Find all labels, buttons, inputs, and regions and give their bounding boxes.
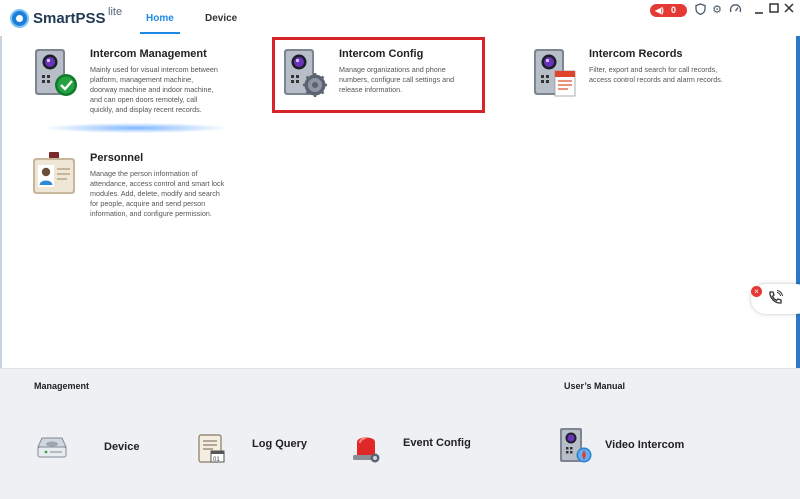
event-config-tool[interactable]: Event Config xyxy=(350,431,480,465)
app-brand-suffix: lite xyxy=(108,6,123,18)
shield-icon[interactable] xyxy=(693,3,707,17)
title-bar: SmartPSS lite Home Device ◀) 0 ⚙ xyxy=(0,0,800,36)
video-intercom-label: Video Intercom xyxy=(605,439,685,451)
module-title: Intercom Management xyxy=(90,48,207,60)
maximize-icon[interactable] xyxy=(767,3,781,17)
hover-glow xyxy=(44,123,228,133)
device-tool[interactable]: Device xyxy=(36,435,146,465)
management-section-title: Management xyxy=(34,381,90,391)
alarm-count: 0 xyxy=(671,5,677,15)
intercom-records-icon xyxy=(534,49,576,97)
module-description: Filter, export and search for call recor… xyxy=(589,65,723,84)
tab-home[interactable]: Home xyxy=(146,13,174,24)
module-personnel[interactable]: Personnel Manage the person information … xyxy=(32,151,252,226)
gauge-icon[interactable] xyxy=(728,3,742,17)
device-icon xyxy=(37,437,67,458)
module-intercom-records[interactable]: Intercom Records Filter, export and sear… xyxy=(531,47,761,107)
minimize-icon[interactable] xyxy=(752,3,766,17)
module-description: Manage the person information of attenda… xyxy=(90,169,225,218)
intercom-management-icon xyxy=(35,49,77,96)
alarm-light-icon xyxy=(353,437,380,463)
tab-device[interactable]: Device xyxy=(205,13,237,24)
phone-icon xyxy=(767,290,783,309)
tab-home-underline xyxy=(140,32,180,34)
gear-icon[interactable]: ⚙ xyxy=(710,3,724,17)
video-intercom-tool[interactable]: Video Intercom xyxy=(558,427,698,467)
app-logo-icon xyxy=(10,9,29,28)
log-query-icon: 01 xyxy=(198,434,225,463)
alarm-badge[interactable]: ◀) 0 xyxy=(650,4,687,17)
module-title: Personnel xyxy=(90,152,144,164)
video-intercom-icon xyxy=(560,428,592,463)
app-brand: SmartPSS xyxy=(33,10,106,27)
manual-section-title: User’s Manual xyxy=(564,381,626,391)
close-icon[interactable] xyxy=(782,3,796,17)
highlight-box xyxy=(272,37,485,113)
personnel-card-icon xyxy=(33,152,75,194)
log-query-tool[interactable]: 01 Log Query xyxy=(197,432,317,466)
module-description: Mainly used for visual intercom between … xyxy=(90,65,218,114)
close-badge-icon[interactable]: × xyxy=(751,286,762,297)
device-label: Device xyxy=(104,441,140,453)
module-intercom-management[interactable]: Intercom Management Mainly used for visu… xyxy=(32,47,252,122)
bottom-panel: Management User’s Manual Device 01 Log Q… xyxy=(0,368,800,499)
event-config-label: Event Config xyxy=(403,437,471,449)
window-right-border xyxy=(796,36,800,368)
module-title: Intercom Records xyxy=(589,48,683,60)
speaker-icon: ◀) xyxy=(655,6,664,15)
log-query-label: Log Query xyxy=(252,438,308,450)
svg-text:01: 01 xyxy=(213,457,220,463)
